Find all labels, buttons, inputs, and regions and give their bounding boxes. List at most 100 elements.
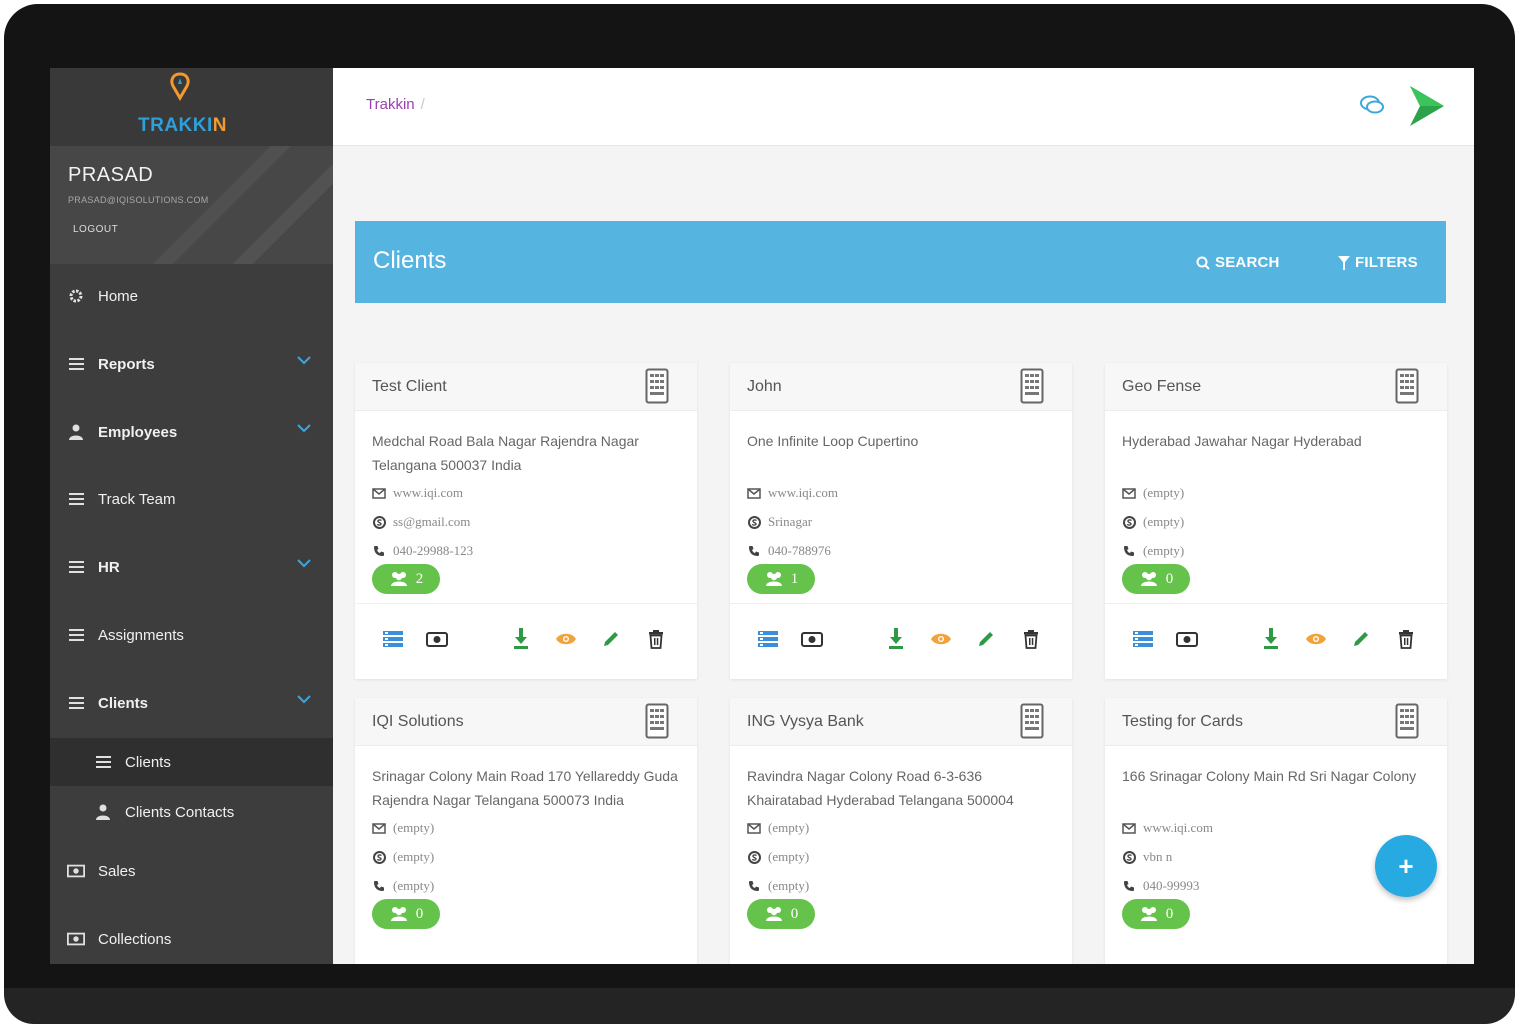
sidebar-item-collections[interactable]: Collections bbox=[50, 919, 333, 959]
skype-icon bbox=[747, 850, 761, 864]
money-icon[interactable] bbox=[426, 628, 448, 650]
logo[interactable]: TRAKKIN bbox=[50, 68, 333, 146]
skype-row: vbn n bbox=[1122, 849, 1172, 865]
card-actions bbox=[1105, 603, 1447, 679]
gear-icon bbox=[67, 288, 85, 304]
contacts-count-badge[interactable]: 0 bbox=[1122, 564, 1190, 594]
download-icon[interactable] bbox=[885, 628, 907, 650]
user-name: PRASAD bbox=[68, 164, 154, 186]
delete-icon[interactable] bbox=[1395, 628, 1417, 650]
contacts-count: 0 bbox=[415, 905, 424, 922]
users-icon bbox=[390, 572, 407, 586]
sidebar-item-hr[interactable]: HR bbox=[50, 547, 333, 587]
skype-row: ss@gmail.com bbox=[372, 514, 470, 530]
phone-icon bbox=[747, 879, 761, 893]
client-name[interactable]: John bbox=[747, 378, 782, 396]
skype-row: Srinagar bbox=[747, 514, 812, 530]
sidebar-item-track-team[interactable]: Track Team bbox=[50, 479, 333, 519]
user-icon bbox=[67, 424, 85, 440]
website-value: www.iqi.com bbox=[393, 485, 463, 500]
client-address: Srinagar Colony Main Road 170 Yellareddy… bbox=[372, 768, 678, 808]
delete-icon[interactable] bbox=[1020, 628, 1042, 650]
add-client-button[interactable]: + bbox=[1375, 835, 1437, 897]
users-icon bbox=[1140, 572, 1157, 586]
website-row: www.iqi.com bbox=[1122, 820, 1213, 836]
skype-value: ss@gmail.com bbox=[393, 514, 471, 529]
mail-icon bbox=[372, 486, 386, 500]
phone-icon bbox=[372, 879, 386, 893]
client-name[interactable]: Testing for Cards bbox=[1122, 713, 1243, 731]
list-view-icon[interactable] bbox=[382, 628, 404, 650]
list-view-icon[interactable] bbox=[757, 628, 779, 650]
money-icon bbox=[67, 863, 85, 879]
edit-icon[interactable] bbox=[600, 628, 622, 650]
sidebar-item-clients[interactable]: Clients bbox=[50, 683, 333, 723]
website-row: (empty) bbox=[747, 820, 809, 836]
skype-icon bbox=[372, 515, 386, 529]
sidebar-item-assignments[interactable]: Assignments bbox=[50, 615, 333, 655]
contacts-count-badge[interactable]: 0 bbox=[1122, 899, 1190, 929]
phone-row: (empty) bbox=[747, 878, 809, 894]
download-icon[interactable] bbox=[510, 628, 532, 650]
sidebar-item-sales[interactable]: Sales bbox=[50, 851, 333, 891]
website-row: www.iqi.com bbox=[372, 485, 463, 501]
view-icon[interactable] bbox=[930, 628, 952, 650]
contacts-count-badge[interactable]: 0 bbox=[372, 899, 440, 929]
send-icon[interactable] bbox=[1406, 84, 1446, 128]
phone-value: 040-788976 bbox=[768, 543, 831, 558]
client-name[interactable]: IQI Solutions bbox=[372, 713, 464, 731]
edit-icon[interactable] bbox=[1350, 628, 1372, 650]
sidebar-item-home[interactable]: Home bbox=[50, 276, 333, 316]
view-icon[interactable] bbox=[555, 628, 577, 650]
contacts-count: 1 bbox=[790, 570, 799, 587]
money-icon[interactable] bbox=[801, 628, 823, 650]
logout-link[interactable]: LOGOUT bbox=[73, 224, 118, 235]
view-icon[interactable] bbox=[1305, 628, 1327, 650]
edit-icon[interactable] bbox=[975, 628, 997, 650]
chevron-down-icon bbox=[297, 356, 311, 365]
chat-icon[interactable] bbox=[1359, 94, 1385, 116]
contacts-count-badge[interactable]: 2 bbox=[372, 564, 440, 594]
client-card[interactable]: Test Client Medchal Road Bala Nagar Raje… bbox=[355, 363, 697, 679]
client-name[interactable]: Geo Fense bbox=[1122, 378, 1201, 396]
client-card[interactable]: ING Vysya Bank Ravindra Nagar Colony Roa… bbox=[730, 698, 1072, 964]
breadcrumb[interactable]: Trakkin / bbox=[366, 96, 425, 113]
download-icon[interactable] bbox=[1260, 628, 1282, 650]
search-button[interactable]: SEARCH bbox=[1196, 254, 1280, 271]
card-actions bbox=[355, 603, 697, 679]
user-icon bbox=[94, 804, 112, 820]
card-header: Test Client bbox=[355, 363, 697, 411]
website-value: www.iqi.com bbox=[768, 485, 838, 500]
card-header: Geo Fense bbox=[1105, 363, 1447, 411]
list-view-icon[interactable] bbox=[1132, 628, 1154, 650]
contacts-count: 0 bbox=[1165, 905, 1174, 922]
client-name[interactable]: Test Client bbox=[372, 378, 447, 396]
phone-row: 040-99993 bbox=[1122, 878, 1199, 894]
sidebar-item-reports[interactable]: Reports bbox=[50, 344, 333, 384]
client-card[interactable]: John One Infinite Loop Cupertino www.iqi… bbox=[730, 363, 1072, 679]
phone-icon bbox=[1122, 879, 1136, 893]
money-icon[interactable] bbox=[1176, 628, 1198, 650]
client-card[interactable]: Geo Fense Hyderabad Jawahar Nagar Hydera… bbox=[1105, 363, 1447, 679]
phone-row: 040-788976 bbox=[747, 543, 831, 559]
sidebar-subitem-clients-contacts[interactable]: Clients Contacts bbox=[50, 792, 333, 832]
client-address: Medchal Road Bala Nagar Rajendra Nagar T… bbox=[372, 433, 639, 473]
card-header: IQI Solutions bbox=[355, 698, 697, 746]
users-icon bbox=[765, 907, 782, 921]
client-name[interactable]: ING Vysya Bank bbox=[747, 713, 864, 731]
sidebar-subitem-clients[interactable]: Clients bbox=[50, 738, 333, 786]
app-screen: TRAKKIN PRASAD PRASAD@IQISOLUTIONS.COM L… bbox=[50, 68, 1474, 964]
building-icon bbox=[1020, 368, 1044, 404]
client-card[interactable]: Testing for Cards 166 Srinagar Colony Ma… bbox=[1105, 698, 1447, 964]
delete-icon[interactable] bbox=[645, 628, 667, 650]
chevron-down-icon bbox=[297, 695, 311, 704]
filters-button[interactable]: FILTERS bbox=[1338, 254, 1418, 271]
page-title: Clients bbox=[373, 247, 447, 274]
phone-row: (empty) bbox=[372, 878, 434, 894]
contacts-count-badge[interactable]: 0 bbox=[747, 899, 815, 929]
location-pin-icon bbox=[170, 72, 190, 101]
client-card[interactable]: IQI Solutions Srinagar Colony Main Road … bbox=[355, 698, 697, 964]
contacts-count-badge[interactable]: 1 bbox=[747, 564, 815, 594]
website-value: www.iqi.com bbox=[1143, 820, 1213, 835]
sidebar-item-employees[interactable]: Employees bbox=[50, 412, 333, 452]
